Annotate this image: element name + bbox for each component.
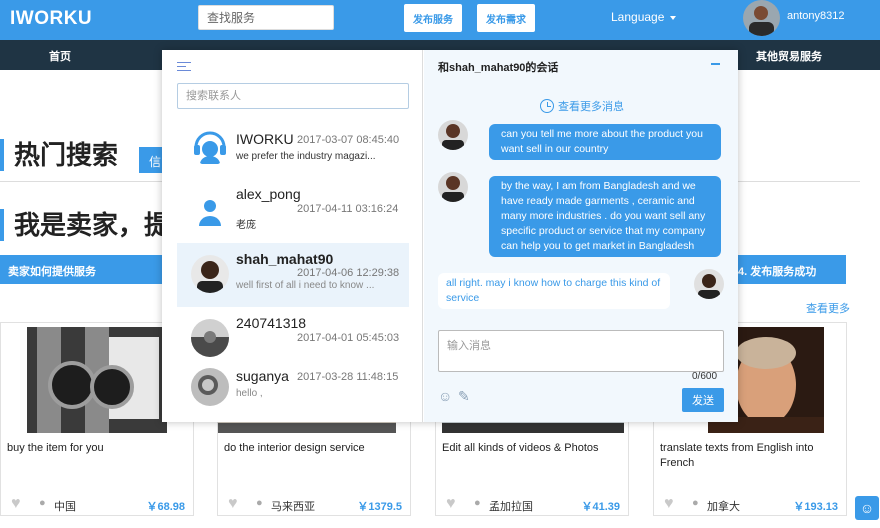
step4-label: 4. 发布服务成功 [738,266,817,278]
seller-section-title: 我是卖家，提 [0,209,170,241]
load-history-link[interactable]: 查看更多消息 [540,98,624,114]
contact-name: IWORKU [236,131,294,147]
minimize-icon[interactable] [711,63,720,65]
contact-time: 2017-04-06 12:29:38 [297,267,400,279]
card-country: 马来西亚 [271,501,315,513]
contact-panel: IWORKU 2017-03-07 08:45:40 we prefer the… [162,50,423,422]
location-pin-icon: ● [692,497,699,509]
customer-service-icon[interactable]: ☺ [855,496,879,520]
contact-avatar [191,255,229,293]
message-input[interactable] [438,330,724,372]
publish-demand-button[interactable]: 发布需求 [477,4,535,32]
contact-time: 2017-03-07 08:45:40 [297,134,400,146]
contact-name: alex_pong [236,186,301,202]
clock-icon [540,99,554,113]
send-button[interactable]: 发送 [682,388,724,412]
nav-home[interactable]: 首页 [49,48,71,64]
view-more-link[interactable]: 查看更多 [806,300,850,316]
card-price: ￥1379.5 [357,501,402,513]
message-bubble: all right. may i know how to charge this… [438,273,670,309]
contact-name: 240741318 [236,315,307,331]
emoji-icon[interactable]: ☺ [438,388,452,404]
username[interactable]: antony8312 [787,10,845,22]
contact-avatar [191,368,229,406]
location-pin-icon: ● [474,497,481,509]
site-logo[interactable]: IWORKU [10,8,92,30]
contact-name: shah_mahat90 [236,251,334,267]
message-bubble: by the way, I am from Bangladesh and we … [489,176,721,257]
seller-howto-label: 卖家如何提供服务 [8,266,96,278]
contact-last-message: well first of all i need to know ... [236,280,375,291]
contact-item[interactable]: alex_pong 2017-04-11 03:16:24 老庞 [177,180,409,244]
chevron-down-icon [670,15,677,20]
contact-name: suganya [236,368,289,384]
step4-bar: 4. 发布服务成功 [738,255,846,284]
default-user-icon [191,192,229,230]
heart-icon[interactable]: ♥ [11,495,21,513]
contact-last-message: hello , [236,388,263,399]
card-price: ￥193.13 [793,501,838,513]
contact-time: 2017-04-11 03:16:24 [297,203,399,215]
card-footer: ♥ ● 中国 ￥68.98 [9,495,185,513]
contact-item[interactable]: suganya 2017-03-28 11:48:15 hello , [177,360,409,424]
card-title[interactable]: do the interior design service [224,441,414,456]
message-bubble: can you tell me more about the product y… [489,124,721,160]
card-country: 中国 [54,501,76,513]
publish-service-button[interactable]: 发布服务 [404,4,462,32]
card-country: 加拿大 [707,501,740,513]
hot-search-title: 热门搜索 [0,139,118,171]
contact-item[interactable]: shah_mahat90 2017-04-06 12:29:38 well fi… [177,243,409,307]
user-avatar[interactable] [743,0,780,36]
card-footer: ♥ ● 马来西亚 ￥1379.5 [226,495,402,513]
contact-last-message: 老庞 [236,220,256,231]
heart-icon[interactable]: ♥ [446,495,456,513]
contact-last-message: we prefer the industry magazi... [236,151,376,162]
card-thumbnail [27,327,167,433]
contact-search-input[interactable] [177,83,409,109]
my-avatar [438,120,468,150]
chat-window: IWORKU 2017-03-07 08:45:40 we prefer the… [162,50,738,422]
location-pin-icon: ● [256,497,263,509]
card-price: ￥41.39 [581,501,620,513]
heart-icon[interactable]: ♥ [228,495,238,513]
card-price: ￥68.98 [146,501,185,513]
language-label: Language [611,10,665,24]
conversation-panel: 和shah_mahat90的会话 查看更多消息 can you tell me … [424,50,738,422]
char-counter: 0/600 [692,371,718,382]
nav-other-trade-services[interactable]: 其他贸易服务 [756,48,822,64]
card-title[interactable]: translate texts from English into French [660,441,850,471]
user-avatar-image [743,0,780,36]
support-agent-icon [191,128,229,166]
card-title[interactable]: Edit all kinds of videos & Photos [442,441,632,456]
contact-time: 2017-04-01 05:45:03 [297,332,400,344]
load-history-label: 查看更多消息 [558,101,624,113]
contact-item[interactable]: IWORKU 2017-03-07 08:45:40 we prefer the… [177,116,409,180]
contact-avatar [694,269,724,299]
menu-icon[interactable] [177,62,191,74]
card-country: 孟加拉国 [489,501,533,513]
seller-howto-bar: 卖家如何提供服务 [0,255,162,284]
location-pin-icon: ● [39,497,46,509]
language-dropdown[interactable]: Language [611,10,677,24]
heart-icon[interactable]: ♥ [664,495,674,513]
top-bar: IWORKU 发布服务 发布需求 Language antony8312 [0,0,880,40]
my-avatar [438,172,468,202]
contact-time: 2017-03-28 11:48:15 [297,371,399,383]
service-search-input[interactable] [198,5,334,30]
contact-avatar [191,319,229,357]
attachment-icon[interactable]: ✎ [458,388,470,405]
card-title[interactable]: buy the item for you [7,441,197,456]
card-footer: ♥ ● 孟加拉国 ￥41.39 [444,495,620,513]
card-footer: ♥ ● 加拿大 ￥193.13 [662,495,838,513]
conversation-title: 和shah_mahat90的会话 [438,62,559,74]
